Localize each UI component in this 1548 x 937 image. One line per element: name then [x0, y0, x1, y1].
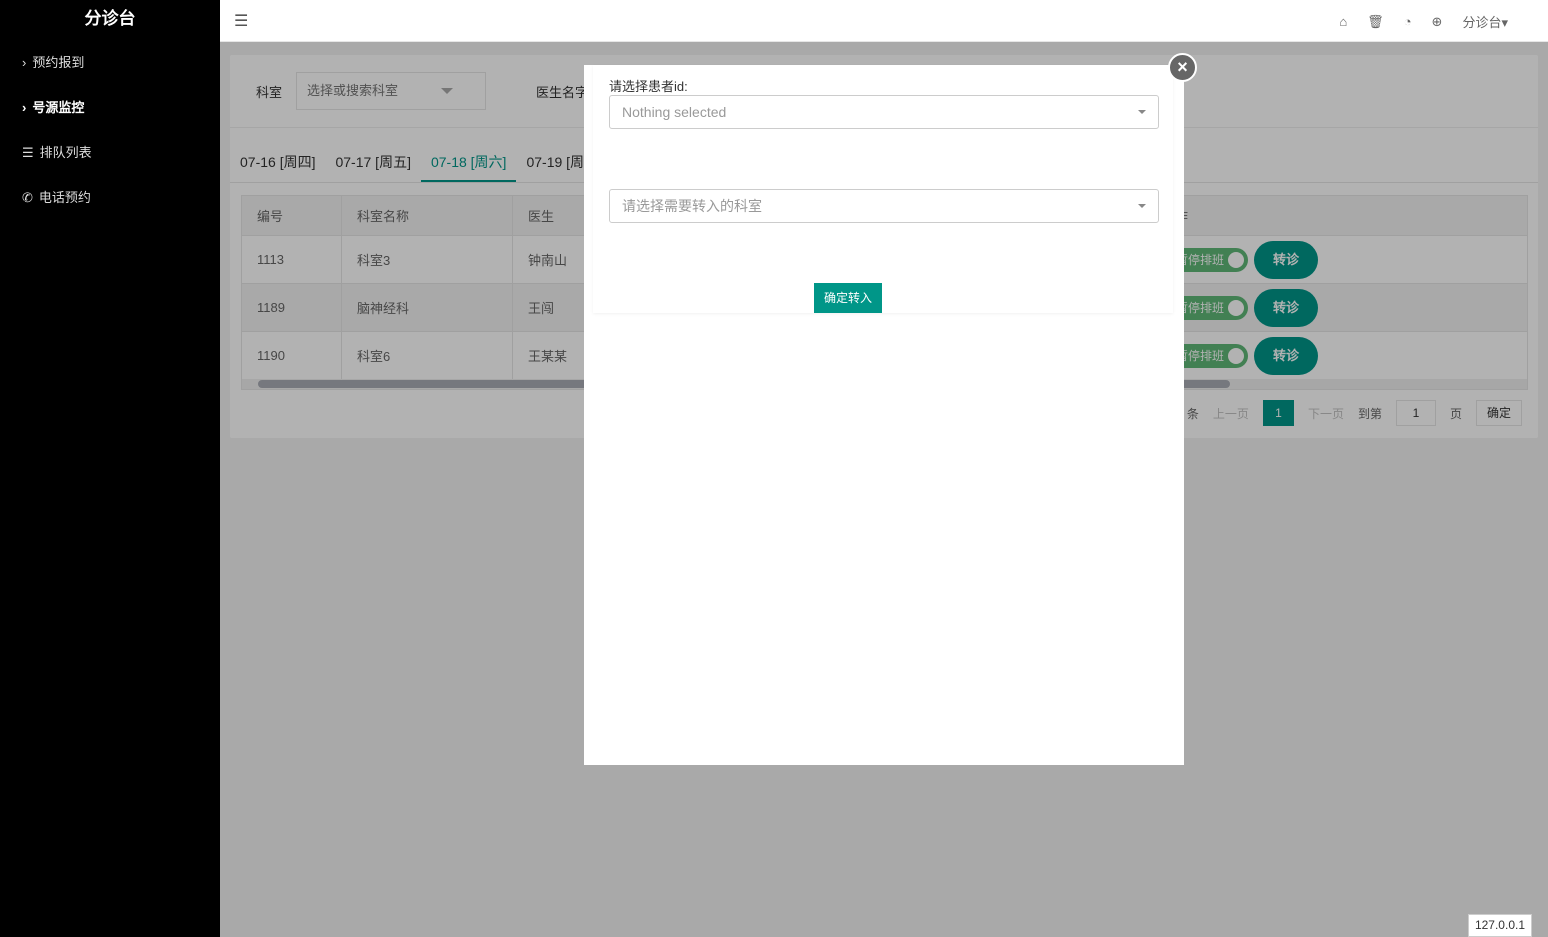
target-dept-placeholder: 请选择需要转入的科室 — [622, 198, 762, 214]
globe-icon[interactable]: ⊕ — [1432, 14, 1443, 30]
sidebar: 分诊台 › 预约报到 › 号源监控 ☰ 排队列表 ✆ 电话预约 — [0, 0, 220, 937]
sidebar-item-label: 预约报到 — [32, 55, 85, 70]
caret-down-icon — [1138, 110, 1146, 114]
patient-select-placeholder: Nothing selected — [622, 104, 727, 120]
home-icon[interactable]: ⌂ — [1339, 14, 1347, 29]
patient-label: 请选择患者id: — [609, 79, 688, 94]
top-header: ☰ ⌂ 🗑 ◔ ⊕ 分诊台▾ — [220, 0, 1548, 42]
patient-select[interactable]: Nothing selected — [609, 95, 1159, 129]
phone-icon: ✆ — [22, 190, 33, 205]
close-icon[interactable]: × — [1168, 53, 1197, 82]
menu-toggle-icon[interactable]: ☰ — [234, 11, 248, 31]
sidebar-item-label: 排队列表 — [39, 145, 92, 160]
caret-down-icon — [1138, 204, 1146, 208]
app-title: 分诊台 — [84, 9, 136, 28]
list-icon: ☰ — [22, 145, 34, 160]
target-dept-select[interactable]: 请选择需要转入的科室 — [609, 189, 1159, 223]
sidebar-item-queue-list[interactable]: ☰ 排队列表 — [0, 130, 220, 175]
chevron-right-icon: › — [22, 55, 27, 70]
transfer-modal: 请选择患者id: Nothing selected 请选择需要转入的科室 确定转… — [584, 65, 1184, 765]
caret-down-icon: ▾ — [1501, 15, 1508, 30]
palette-icon[interactable]: ◔ — [1404, 14, 1412, 29]
chevron-right-icon: › — [22, 100, 27, 115]
sidebar-item-source-monitor[interactable]: › 号源监控 — [0, 85, 220, 130]
sidebar-item-phone-booking[interactable]: ✆ 电话预约 — [0, 175, 220, 220]
user-name: 分诊台 — [1462, 15, 1502, 30]
sidebar-item-label: 号源监控 — [32, 100, 85, 115]
sidebar-item-checkin[interactable]: › 预约报到 — [0, 40, 220, 85]
trash-icon[interactable]: 🗑 — [1367, 14, 1384, 30]
confirm-transfer-button[interactable]: 确定转入 — [814, 283, 882, 313]
user-menu[interactable]: 分诊台▾ — [1462, 12, 1508, 31]
host-tag: 127.0.0.1 — [1467, 914, 1532, 937]
sidebar-item-label: 电话预约 — [38, 190, 91, 205]
